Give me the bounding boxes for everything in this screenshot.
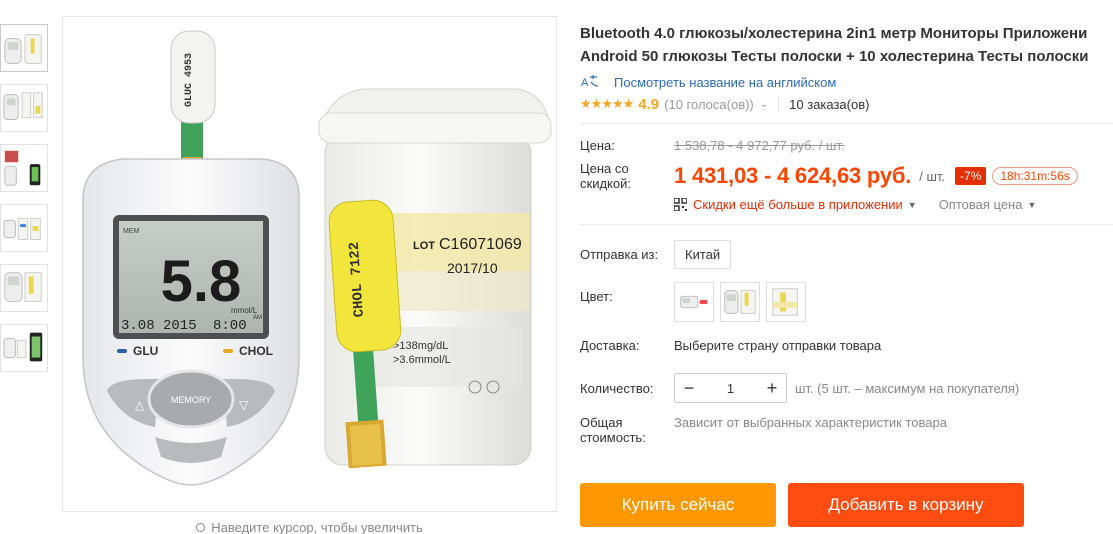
thumbnail-5[interactable] bbox=[0, 264, 48, 312]
thumbnail-1[interactable] bbox=[0, 24, 48, 72]
meter-time: 8:00 bbox=[213, 318, 247, 334]
glucose-meter: GLUC 4953 MEM 5.8 mmol/L 3.08 2015 8:00 … bbox=[82, 30, 300, 486]
quantity-row: Количество: − + шт. (5 шт. – максимум на… bbox=[580, 373, 1113, 403]
add-to-cart-button[interactable]: Добавить в корзину bbox=[788, 483, 1024, 527]
quantity-input[interactable] bbox=[703, 380, 758, 396]
old-price-row: Цена: 1 538,78 - 4 972,77 руб. / шт. bbox=[580, 138, 1113, 153]
thumbnail-3[interactable] bbox=[0, 144, 48, 192]
translate-icon: A bbox=[580, 74, 602, 90]
meter-memory-button-label: MEMORY bbox=[171, 395, 211, 405]
translate-link-text: Посмотреть название на английском bbox=[614, 74, 837, 90]
total-value: Зависит от выбранных характеристик товар… bbox=[674, 415, 947, 430]
chevron-down-icon[interactable]: ⌄ bbox=[760, 99, 768, 110]
color-label: Цвет: bbox=[580, 289, 613, 304]
thumbnail-4[interactable] bbox=[0, 204, 48, 252]
delivery-label: Доставка: bbox=[580, 337, 640, 353]
zoom-hint: Наведите курсор, чтобы увеличить bbox=[62, 520, 557, 534]
gluc-strip-code: GLUC 4953 bbox=[184, 53, 195, 107]
product-title-line-1: Bluetooth 4.0 глюкозы/холестерина 2in1 м… bbox=[580, 25, 1088, 42]
price-block: Цена: 1 538,78 - 4 972,77 руб. / шт. Цен… bbox=[580, 124, 1113, 212]
price-unit: / шт. bbox=[919, 168, 946, 184]
app-promo-row: Скидки ещё больше в приложении ▼ Оптовая… bbox=[580, 197, 1113, 212]
ship-from-label: Отправка из: bbox=[580, 246, 659, 262]
product-detail-panel: Bluetooth 4.0 глюкозы/холестерина 2in1 м… bbox=[580, 0, 1113, 534]
magnifier-icon bbox=[196, 523, 206, 532]
increase-quantity-button[interactable]: + bbox=[758, 374, 786, 402]
rating-separator bbox=[778, 97, 780, 111]
countdown-timer: 18h:31m:56s bbox=[992, 167, 1078, 185]
quantity-note: шт. (5 шт. – максимум на покупателя) bbox=[795, 380, 1020, 396]
purchase-actions: Купить сейчас Добавить в корзину bbox=[580, 483, 1024, 527]
color-swatch-1[interactable] bbox=[674, 282, 714, 322]
bottle-range-mg: >138mg/dL bbox=[393, 340, 448, 352]
ship-from-option-china[interactable]: Китай bbox=[674, 239, 732, 269]
decrease-quantity-button[interactable]: − bbox=[675, 374, 703, 402]
discount-price-label: Цена со скидкой: bbox=[580, 161, 631, 191]
meter-unit: mmol/L bbox=[231, 306, 258, 315]
product-title: Bluetooth 4.0 глюкозы/холестерина 2in1 м… bbox=[580, 22, 1113, 68]
old-price: 1 538,78 - 4 972,77 руб. / шт. bbox=[674, 138, 845, 153]
delivery-value: Выберите страну отправки товара bbox=[674, 337, 882, 353]
discount-price: 1 431,03 - 4 624,63 руб. bbox=[674, 163, 912, 188]
product-title-line-2: Android 50 глюкозы Тесты полоски + 10 хо… bbox=[580, 48, 1089, 65]
bottle-expiry: 2017/10 bbox=[447, 260, 498, 276]
price-label: Цена: bbox=[580, 138, 615, 153]
rating-row: ★★★★★ 4.9 (10 голоса(ов)) ⌄ 10 заказа(ов… bbox=[580, 95, 1113, 113]
wholesale-price-link[interactable]: Оптовая цена bbox=[939, 197, 1023, 212]
glu-label: GLU bbox=[133, 344, 158, 358]
bottle-lot-label: LOT bbox=[413, 240, 435, 252]
rating-votes-link[interactable]: (10 голоса(ов)) bbox=[664, 97, 754, 112]
caret-down-icon[interactable]: ▼ bbox=[908, 200, 917, 210]
thumbnail-6[interactable] bbox=[0, 324, 48, 372]
bottle-range-mmol: >3.6mmol/L bbox=[393, 354, 451, 366]
color-swatch-3[interactable] bbox=[766, 282, 806, 322]
rating-value: 4.9 bbox=[638, 95, 660, 113]
buy-now-button[interactable]: Купить сейчас bbox=[580, 483, 776, 527]
meter-reading: 5.8 bbox=[161, 249, 242, 314]
quantity-stepper: − + bbox=[674, 373, 787, 403]
meter-down-arrow-icon: ▽ bbox=[239, 398, 249, 412]
qr-code-icon bbox=[674, 198, 687, 211]
orders-count: 10 заказа(ов) bbox=[789, 96, 870, 112]
discount-badge: -7% bbox=[955, 167, 987, 185]
color-swatches bbox=[674, 282, 806, 322]
delivery-row: Доставка: Выберите страну отправки товар… bbox=[580, 335, 1113, 355]
app-promo-link[interactable]: Скидки ещё больше в приложении bbox=[693, 197, 903, 212]
thumbnail-list bbox=[0, 24, 50, 384]
ship-from-row: Отправка из: Китай bbox=[580, 239, 1113, 269]
color-swatch-2[interactable] bbox=[720, 282, 760, 322]
thumbnail-2[interactable] bbox=[0, 84, 48, 132]
main-product-image[interactable]: LOT C16071069 2017/10 >138mg/dL >3.6mmol… bbox=[62, 16, 557, 512]
total-label: Общая стоимость: bbox=[580, 415, 646, 445]
meter-am: AM bbox=[253, 315, 262, 321]
total-row: Общая стоимость: Зависит от выбранных ха… bbox=[580, 415, 1113, 445]
svg-text:A: A bbox=[581, 77, 589, 89]
meter-up-arrow-icon: △ bbox=[135, 398, 145, 412]
color-row: Цвет: bbox=[580, 281, 1113, 323]
rating-stars-icon: ★★★★★ bbox=[580, 96, 634, 111]
translate-title-link[interactable]: A Посмотреть название на английском bbox=[580, 74, 1113, 90]
bottle-lot-number: C16071069 bbox=[439, 236, 522, 253]
meter-date: 3.08 2015 bbox=[121, 318, 197, 334]
caret-down-icon[interactable]: ▼ bbox=[1027, 200, 1036, 210]
chol-label: CHOL bbox=[239, 344, 273, 358]
quantity-label: Количество: bbox=[580, 380, 654, 396]
discount-price-row: Цена со скидкой: 1 431,03 - 4 624,63 руб… bbox=[580, 161, 1113, 191]
meter-mem-label: MEM bbox=[123, 228, 140, 235]
zoom-hint-text: Наведите курсор, чтобы увеличить bbox=[211, 520, 423, 534]
options-block: Отправка из: Китай Цвет: Доставка: Выбер… bbox=[580, 225, 1113, 445]
